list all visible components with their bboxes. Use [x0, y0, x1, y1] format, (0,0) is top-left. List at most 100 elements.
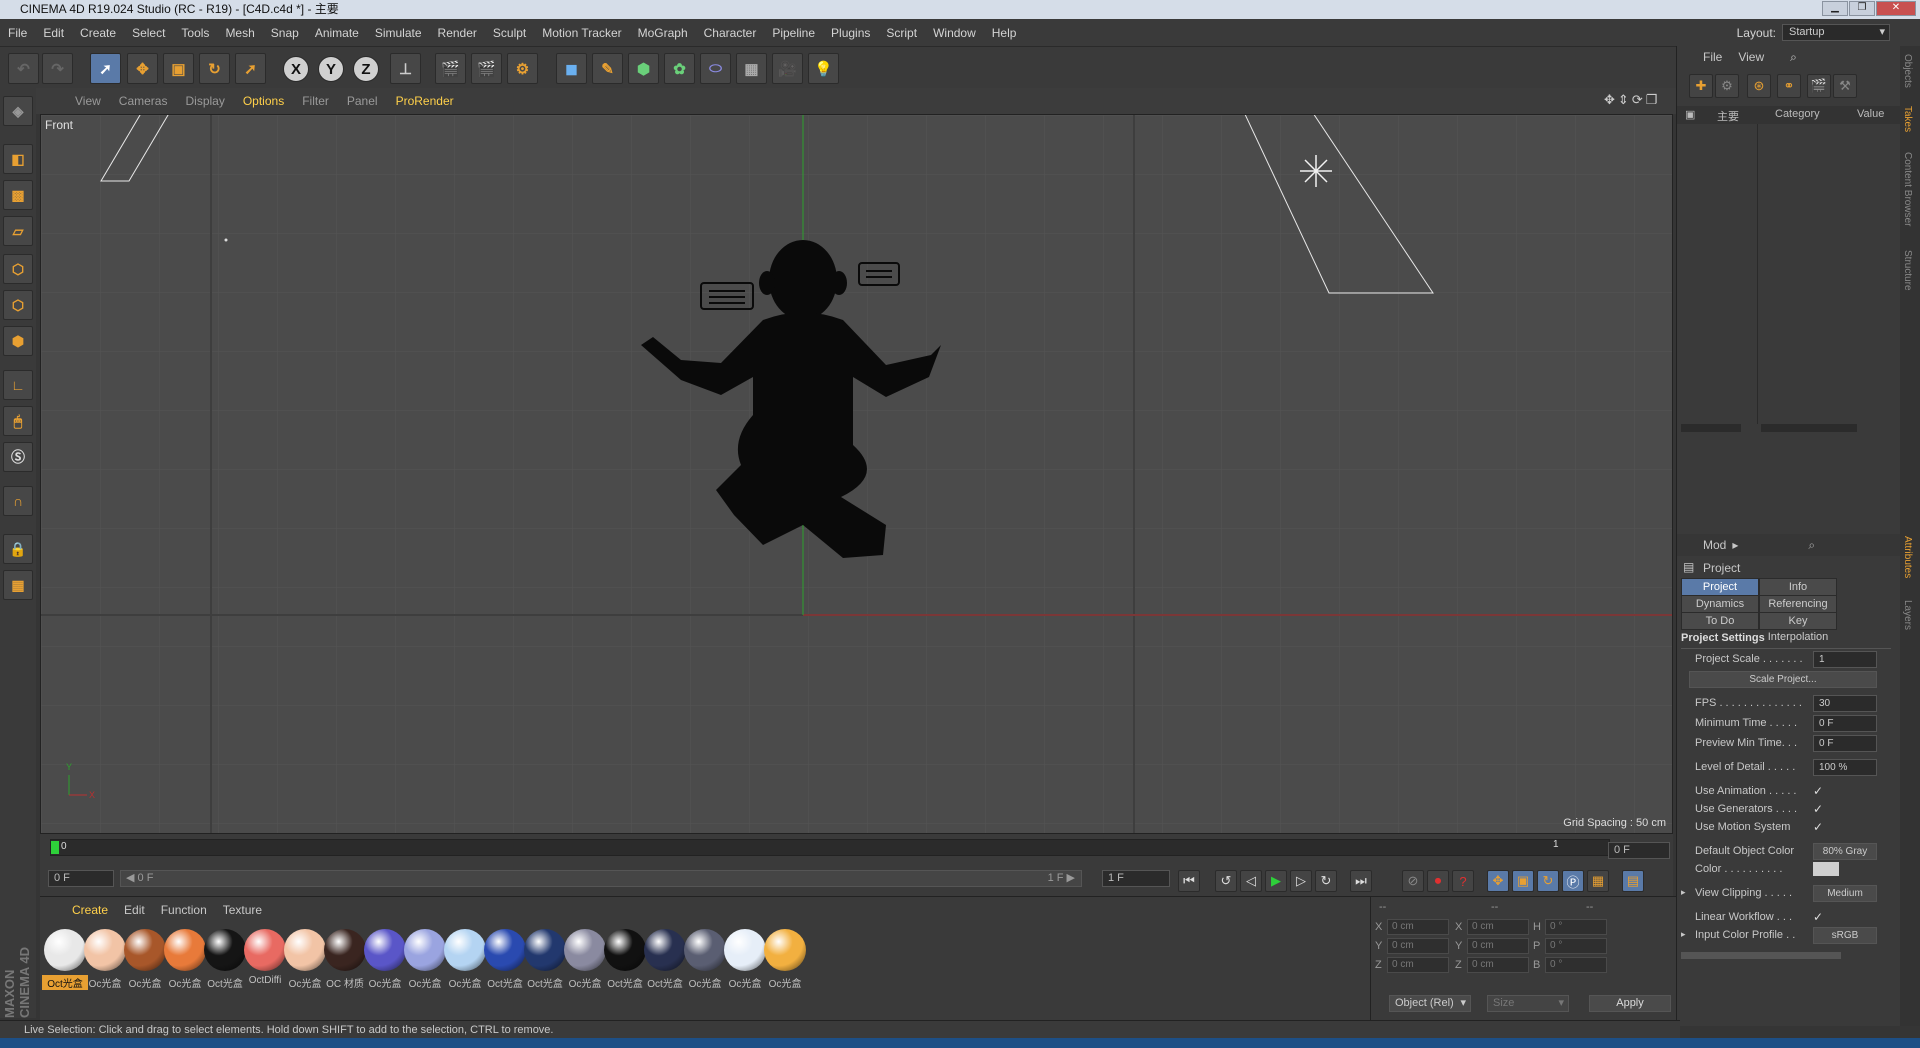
menu-sculpt[interactable]: Sculpt — [485, 26, 534, 40]
x-axis-button[interactable]: X — [283, 56, 309, 82]
menu-render[interactable]: Render — [430, 26, 485, 40]
project-scale-field[interactable]: 1 — [1813, 651, 1877, 668]
viewport-menu-view[interactable]: View — [66, 94, 110, 108]
array-button[interactable]: ✿ — [664, 53, 695, 84]
take-scrollbar-left[interactable] — [1681, 424, 1741, 432]
model-mode-button[interactable]: ◧ — [3, 144, 33, 174]
cube-button[interactable]: ◼ — [556, 53, 587, 84]
viewport-menu-filter[interactable]: Filter — [293, 94, 338, 108]
viewport-menu-cameras[interactable]: Cameras — [110, 94, 177, 108]
make-editable-button[interactable]: ◈ — [3, 96, 33, 126]
menu-simulate[interactable]: Simulate — [367, 26, 430, 40]
recent-tool-button[interactable]: ➚ — [235, 53, 266, 84]
menu-pipeline[interactable]: Pipeline — [764, 26, 823, 40]
menu-character[interactable]: Character — [696, 26, 765, 40]
end-frame-field[interactable]: 1 F — [1102, 870, 1170, 887]
viewport-menu-options[interactable]: Options — [234, 94, 293, 108]
search-icon[interactable]: ⌕ — [1790, 50, 1797, 65]
light-button[interactable]: 💡 — [808, 53, 839, 84]
coord-value-field[interactable]: 0 ° — [1545, 957, 1607, 973]
rotate-tool-button[interactable]: ↻ — [199, 53, 230, 84]
render-view-button[interactable]: 🎬 — [435, 53, 466, 84]
render-take-icon[interactable]: 🎬 — [1807, 74, 1831, 98]
lod-field[interactable]: 100 % — [1813, 759, 1877, 776]
start-frame-field[interactable]: 0 F — [48, 870, 114, 887]
viewport-front[interactable]: Front Y X Grid Spacing : 50 cm — [40, 114, 1673, 834]
material-menu-function[interactable]: Function — [153, 903, 215, 917]
key-scale-button[interactable]: ▣ — [1512, 870, 1534, 892]
render-settings-button[interactable]: ⚙ — [507, 53, 538, 84]
axis-mode-button[interactable]: ∟ — [3, 370, 33, 400]
override-icon[interactable]: ⊛ — [1747, 74, 1771, 98]
edges-mode-button[interactable]: ⬡ — [3, 290, 33, 320]
chevron-right-icon[interactable]: ▸ — [1681, 887, 1686, 898]
scale-project-button[interactable]: Scale Project... — [1689, 671, 1877, 688]
tab-content-browser[interactable]: Content Browser — [1902, 152, 1913, 226]
live-selection-button[interactable]: ➚ — [90, 53, 121, 84]
tab-attributes[interactable]: Attributes — [1902, 536, 1913, 578]
key-position-button[interactable]: ✥ — [1487, 870, 1509, 892]
input-profile-dropdown[interactable]: sRGB — [1813, 927, 1877, 944]
material-menu-texture[interactable]: Texture — [215, 903, 270, 917]
next-frame-button[interactable]: ▷ — [1290, 870, 1312, 892]
z-axis-button[interactable]: Z — [353, 56, 379, 82]
material-item[interactable]: Oc光盒 — [762, 927, 808, 991]
clone-take-icon[interactable]: ⚙ — [1715, 74, 1739, 98]
key-parameter-button[interactable]: Ⓟ — [1562, 870, 1584, 892]
add-take-icon[interactable]: ✚ — [1689, 74, 1713, 98]
tab-project-settings[interactable]: Project Settings — [1681, 578, 1759, 609]
key-rotation-button[interactable]: ↻ — [1537, 870, 1559, 892]
menu-animate[interactable]: Animate — [307, 26, 367, 40]
coord-value-field[interactable]: 0 ° — [1545, 919, 1607, 935]
render-picture-viewer-button[interactable]: 🎬 — [471, 53, 502, 84]
chevron-right-icon[interactable]: ▸ — [1681, 929, 1686, 940]
material-menu-create[interactable]: Create — [64, 903, 116, 917]
tab-layers[interactable]: Layers — [1902, 600, 1913, 630]
coord-value-field[interactable]: 0 cm — [1387, 919, 1449, 935]
attribute-scrollbar[interactable] — [1681, 952, 1841, 959]
redo-button[interactable]: ↷ — [42, 53, 73, 84]
object-menu-file[interactable]: File — [1703, 50, 1722, 64]
coord-value-field[interactable]: 0 ° — [1545, 938, 1607, 954]
previous-key-button[interactable]: ↺ — [1215, 870, 1237, 892]
deformer-button[interactable]: ⬭ — [700, 53, 731, 84]
default-color-dropdown[interactable]: 80% Gray — [1813, 843, 1877, 860]
timeline-button[interactable]: ▤ — [1622, 870, 1644, 892]
menu-script[interactable]: Script — [878, 26, 925, 40]
floor-button[interactable]: ▦ — [736, 53, 767, 84]
lock-take-icon[interactable]: ⚒ — [1833, 74, 1857, 98]
workplane-button[interactable]: ▱ — [3, 216, 33, 246]
viewport-menu-panel[interactable]: Panel — [338, 94, 387, 108]
points-mode-button[interactable]: ⬡ — [3, 254, 33, 284]
record-active-button[interactable]: ⏺ — [1427, 870, 1449, 892]
override-group-icon[interactable]: ⚭ — [1777, 74, 1801, 98]
next-key-button[interactable]: ↻ — [1315, 870, 1337, 892]
menu-select[interactable]: Select — [124, 26, 173, 40]
texture-mode-button[interactable]: ▩ — [3, 180, 33, 210]
rotate-view-icon[interactable]: ⟳ — [1632, 92, 1646, 107]
apply-button[interactable]: Apply — [1589, 995, 1671, 1012]
menu-window[interactable]: Window — [925, 26, 984, 40]
view-clipping-dropdown[interactable]: Medium — [1813, 885, 1877, 902]
use-motion-checkbox[interactable]: ✓ — [1813, 820, 1823, 834]
move-view-icon[interactable]: ✥ — [1604, 92, 1618, 107]
maximize-view-icon[interactable]: ❐ — [1646, 92, 1661, 107]
material-menu-edit[interactable]: Edit — [116, 903, 153, 917]
menu-mesh[interactable]: Mesh — [217, 26, 262, 40]
playhead[interactable] — [51, 841, 59, 854]
menu-edit[interactable]: Edit — [35, 26, 72, 40]
coordinate-system-button[interactable]: ⊥ — [390, 53, 421, 84]
layout-dropdown[interactable]: Startup ▾ — [1782, 24, 1890, 41]
autokey-button[interactable]: ? — [1452, 870, 1474, 892]
tab-key-interpolation[interactable]: Key Interpolation — [1759, 612, 1837, 643]
lock-workplane-button[interactable]: 🔒 — [3, 534, 33, 564]
coord-mode-dropdown[interactable]: Object (Rel) ▾ — [1389, 995, 1471, 1012]
coord-value-field[interactable]: 0 cm — [1467, 957, 1529, 973]
viewport-menu-prorender[interactable]: ProRender — [387, 94, 463, 108]
dolly-icon[interactable]: ⇕ — [1618, 92, 1632, 107]
timeline-track[interactable]: 0 1 — [50, 839, 1610, 856]
key-pla-button[interactable]: ▦ — [1587, 870, 1609, 892]
menu-create[interactable]: Create — [72, 26, 124, 40]
menu-motion-tracker[interactable]: Motion Tracker — [534, 26, 629, 40]
coord-value-field[interactable]: 0 cm — [1387, 938, 1449, 954]
